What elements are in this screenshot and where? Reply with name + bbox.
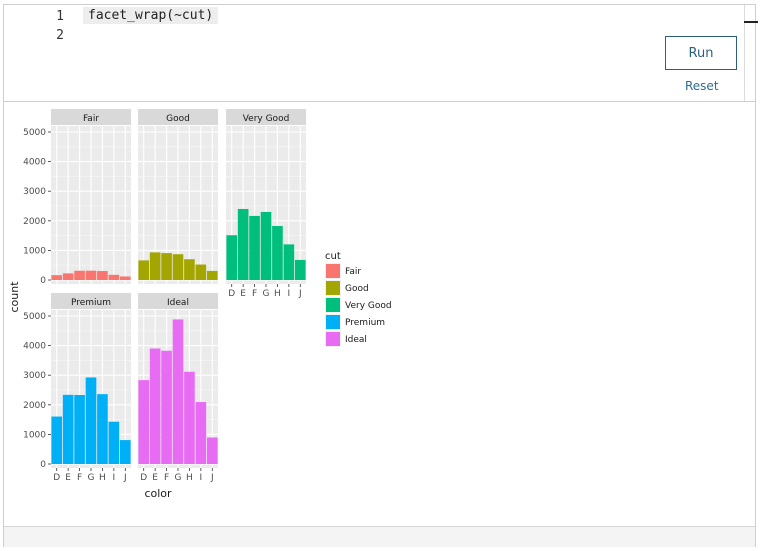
- x-tick-label: I: [200, 473, 203, 483]
- bar-fair-G: [85, 270, 97, 280]
- y-tick-label: 2000: [23, 217, 46, 227]
- bar-good-E: [149, 252, 161, 280]
- bar-good-D: [138, 260, 150, 280]
- bar-premium-G: [85, 377, 97, 464]
- bar-very-good-J: [294, 259, 306, 280]
- bar-premium-E: [62, 394, 74, 464]
- bar-ideal-E: [149, 348, 161, 464]
- bar-good-F: [161, 253, 172, 280]
- facet-label-very-good: Very Good: [243, 114, 290, 124]
- x-tick-label: D: [53, 473, 60, 483]
- legend-label-good: Good: [345, 284, 369, 294]
- x-tick-label: E: [65, 473, 71, 483]
- y-tick-label: 4000: [23, 342, 46, 352]
- bar-ideal-H: [184, 371, 195, 464]
- facet-label-fair: Fair: [83, 114, 99, 124]
- x-tick-label: G: [263, 289, 270, 299]
- x-tick-label: J: [298, 289, 302, 299]
- x-tick-label: J: [210, 473, 214, 483]
- y-tick-label: 2000: [23, 401, 46, 411]
- bar-very-good-I: [283, 244, 295, 280]
- y-tick-label: 0: [40, 276, 46, 286]
- run-button[interactable]: Run: [665, 36, 737, 70]
- line-number-2: 2: [56, 28, 64, 43]
- y-axis-title: count: [8, 281, 21, 313]
- x-tick-label: E: [152, 473, 158, 483]
- facet-label-ideal: Ideal: [167, 298, 189, 308]
- editor-scrollbar[interactable]: [744, 5, 745, 101]
- bar-very-good-H: [272, 226, 283, 280]
- code-editor[interactable]: 1 2 facet_wrap(~cut) Run Reset: [4, 5, 758, 101]
- bottom-scrollbar[interactable]: [4, 526, 755, 547]
- x-tick-label: G: [175, 473, 182, 483]
- x-tick-label: F: [252, 289, 257, 299]
- bar-very-good-F: [249, 215, 260, 280]
- y-tick-label: 1000: [23, 430, 46, 440]
- legend-key-good: [326, 281, 340, 295]
- legend-key-fair: [326, 264, 340, 278]
- y-tick-label: 0: [40, 460, 46, 470]
- x-tick-label: I: [113, 473, 116, 483]
- bar-premium-I: [108, 421, 120, 464]
- bar-premium-D: [51, 416, 63, 464]
- bar-good-I: [195, 264, 207, 280]
- legend-label-fair: Fair: [345, 267, 361, 277]
- legend-title: cut: [325, 251, 341, 262]
- x-tick-label: I: [288, 289, 291, 299]
- y-tick-label: 3000: [23, 187, 46, 197]
- x-axis-title: color: [144, 487, 172, 500]
- bar-fair-D: [51, 275, 63, 280]
- bar-ideal-I: [195, 402, 207, 464]
- facet-label-premium: Premium: [71, 298, 111, 308]
- legend-key-very-good: [326, 298, 340, 312]
- bar-very-good-D: [226, 235, 238, 280]
- code-line-1[interactable]: facet_wrap(~cut): [83, 7, 219, 24]
- x-tick-label: G: [88, 473, 95, 483]
- y-tick-label: 5000: [23, 128, 46, 138]
- app-frame: 1 2 facet_wrap(~cut) Run Reset Fair 0 1000…: [3, 4, 758, 547]
- bar-very-good-G: [260, 211, 272, 280]
- y-tick-label: 5000: [23, 312, 46, 322]
- editor-scroll-thumb[interactable]: [744, 21, 758, 23]
- bar-good-J: [206, 270, 218, 280]
- bar-very-good-E: [237, 208, 249, 280]
- legend-label-premium: Premium: [345, 318, 385, 328]
- bar-premium-H: [97, 394, 108, 464]
- x-tick-label: E: [240, 289, 246, 299]
- bar-ideal-F: [161, 350, 172, 464]
- x-tick-label: H: [99, 473, 106, 483]
- y-tick-label: 4000: [23, 158, 46, 168]
- line-number-1: 1: [56, 9, 64, 24]
- legend-label-ideal: Ideal: [345, 335, 367, 345]
- bar-fair-F: [74, 270, 85, 280]
- bar-premium-F: [74, 395, 85, 464]
- bar-premium-J: [119, 440, 131, 464]
- x-tick-label: J: [123, 473, 127, 483]
- x-tick-label: H: [186, 473, 193, 483]
- legend-label-very-good: Very Good: [345, 301, 392, 311]
- bar-ideal-J: [206, 437, 218, 464]
- bar-fair-E: [62, 273, 74, 280]
- bar-ideal-G: [172, 319, 184, 464]
- bar-fair-I: [108, 274, 120, 280]
- y-tick-label: 1000: [23, 246, 46, 256]
- faceted-bar-chart: Fair010002000300040005000Good Very GoodD E…: [8, 109, 392, 500]
- legend-key-ideal: [326, 332, 340, 346]
- bar-fair-J: [119, 276, 131, 280]
- legend-key-premium: [326, 315, 340, 329]
- x-tick-label: F: [164, 473, 169, 483]
- y-tick-label: 3000: [23, 371, 46, 381]
- plot-output: Fair 0 1000 2000 3000 4000 5000 Good Very Good D E…: [4, 102, 755, 526]
- bar-ideal-D: [138, 380, 150, 464]
- x-tick-label: D: [140, 473, 147, 483]
- reset-link[interactable]: Reset: [685, 79, 719, 93]
- x-tick-label: D: [228, 289, 235, 299]
- facet-label-good: Good: [166, 114, 190, 124]
- bar-good-G: [172, 254, 184, 280]
- x-tick-label: H: [274, 289, 281, 299]
- x-tick-label: F: [77, 473, 82, 483]
- bar-fair-H: [97, 271, 108, 280]
- bar-good-H: [184, 259, 195, 280]
